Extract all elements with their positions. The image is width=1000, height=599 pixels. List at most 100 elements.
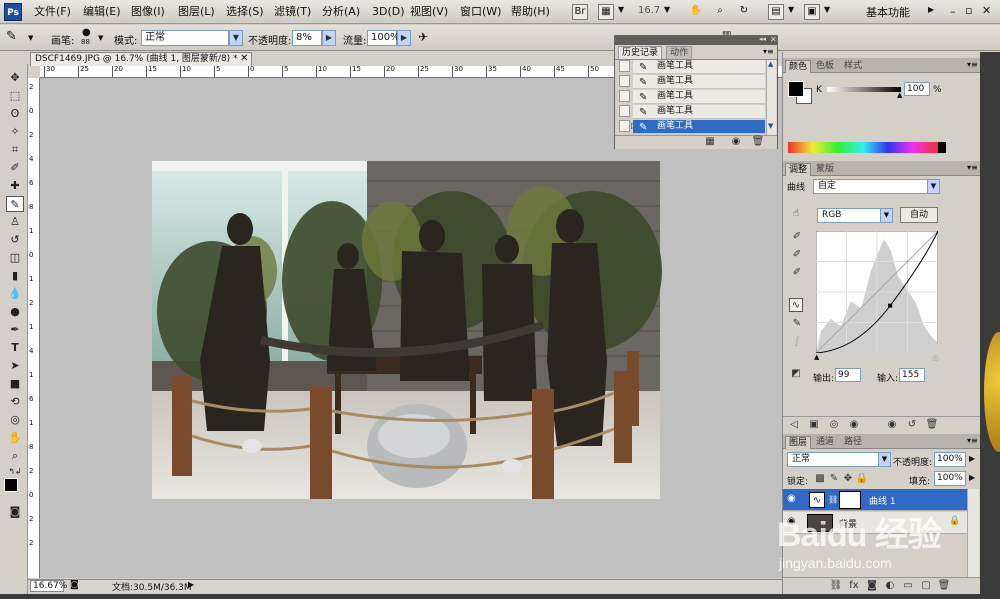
eyedropper-tool-icon[interactable]: ✐ [6,160,24,176]
input-input[interactable]: 155 [899,368,925,382]
menu-file[interactable]: 文件(F) [34,4,71,20]
curve-point-mode-icon[interactable]: ∿ [789,298,803,312]
tab-paths[interactable]: 路径 [841,436,865,449]
opacity-input[interactable]: 8% [292,30,322,46]
hand-tool-icon[interactable]: ✋ [6,430,24,446]
close-icon[interactable]: ✕ [982,4,991,17]
menu-select[interactable]: 选择(S) [226,4,264,20]
tab-adjustments[interactable]: 调整 [785,163,812,176]
lock-transparency-icon[interactable]: ▩ [813,472,827,486]
eraser-tool-icon[interactable]: ◫ [6,250,24,266]
restore-icon[interactable]: ▫ [965,4,972,17]
history-brush-tool-icon[interactable]: ↺ [6,232,24,248]
history-item[interactable]: ✎ 画笔工具 [633,60,765,74]
tab-layers[interactable]: 图层 [785,436,812,449]
zoom-tool-icon[interactable]: ⌕ [6,448,24,464]
menu-edit[interactable]: 编辑(E) [83,4,121,20]
pencil-mode-icon[interactable]: ✎ [790,317,804,331]
color-ramp-black[interactable] [938,142,946,153]
clip-layer-icon[interactable]: ◎ [827,418,841,432]
flow-slider-arrow-icon[interactable]: ▶ [397,30,411,46]
color-ramp[interactable] [788,142,938,153]
rotate-view-icon[interactable]: ↻ [736,4,752,20]
close-icon[interactable]: ✕ [770,35,777,44]
bridge-icon[interactable]: Br [572,4,588,20]
fill-input[interactable]: 100% [934,471,966,486]
panel-menu-icon[interactable]: ▾≡ [967,60,978,69]
history-scrollbar[interactable]: ▲ ▼ [766,60,776,135]
lock-position-icon[interactable]: ✥ [841,472,855,486]
menu-view[interactable]: 视图(V) [410,4,448,20]
foreground-color-swatch[interactable] [788,81,804,97]
canvas-area[interactable] [40,78,782,578]
workspace-switcher[interactable]: 基本功能 [866,4,910,20]
new-layer-icon[interactable]: ▢ [919,579,933,593]
layer-opacity-input[interactable]: 100% [934,452,966,467]
flow-input[interactable]: 100% [367,30,400,46]
trash-icon[interactable]: 🗑 [937,579,951,593]
layers-scrollbar[interactable] [967,489,979,577]
chevron-down-icon[interactable]: ▼ [98,34,103,42]
airbrush-icon[interactable]: ✈ [418,30,428,44]
panel-menu-icon[interactable]: ▾≡ [763,47,774,56]
menu-image[interactable]: 图像(I) [131,4,165,20]
history-item[interactable]: ✎ 画笔工具 [633,90,765,104]
menu-layer[interactable]: 图层(L) [178,4,215,20]
crop-tool-icon[interactable]: ⌗ [6,142,24,158]
menu-analysis[interactable]: 分析(A) [322,4,360,20]
visibility-eye-icon[interactable]: ◉ [847,418,861,432]
link-layers-icon[interactable]: ⛓ [829,579,843,593]
history-snapshot-checkbox[interactable] [619,60,630,72]
brush-tip-icon[interactable]: ● [82,27,91,38]
layer-style-icon[interactable]: fx [847,579,861,593]
history-item-selected[interactable]: ✎ 画笔工具 [633,120,765,134]
chevron-down-icon[interactable]: ▼ [618,5,624,14]
chevron-down-icon[interactable]: ▼ [927,179,940,194]
gradient-tool-icon[interactable]: ▮ [6,268,24,284]
curves-preset-select[interactable]: 自定 [813,179,928,194]
opacity-slider-arrow-icon[interactable]: ▶ [322,30,336,46]
view-previous-icon[interactable]: ◉ [885,418,899,432]
blur-tool-icon[interactable]: 💧 [6,286,24,302]
lasso-tool-icon[interactable]: ʘ [6,106,24,122]
trash-icon[interactable]: 🗑 [925,418,939,432]
curve-display-options-icon[interactable]: ◩ [789,367,803,381]
lock-all-icon[interactable]: 🔒 [855,472,869,486]
white-input-slider-icon[interactable]: △ [933,353,938,361]
new-document-from-state-icon[interactable]: ▦ [703,135,717,149]
smooth-curve-icon[interactable]: ∫ [790,335,804,349]
auto-button[interactable]: 自动 [900,207,938,223]
layer-name[interactable]: 曲线 1 [869,494,896,507]
history-snapshot-checkbox[interactable] [619,120,630,132]
white-point-eyedropper-icon[interactable]: ✐ [790,266,804,280]
type-tool-icon[interactable]: T [6,340,24,356]
tab-channels[interactable]: 通道 [813,436,837,449]
target-adjust-icon[interactable]: ☝ [789,207,803,221]
dodge-tool-icon[interactable]: ● [6,304,24,320]
menu-window[interactable]: 窗口(W) [460,4,501,20]
screen-mode-icon[interactable]: ▣ [804,4,820,20]
collapse-icon[interactable]: ◂◂ [759,35,766,43]
chevron-down-icon[interactable]: ▼ [229,30,243,46]
reset-icon[interactable]: ↺ [905,418,919,432]
chevron-down-icon[interactable]: ▼ [878,452,891,467]
gray-point-eyedropper-icon[interactable]: ✐ [790,248,804,262]
blend-mode-select[interactable]: 正常 [787,452,879,467]
status-nav-icon[interactable]: ◙ [70,580,79,590]
pen-tool-icon[interactable]: ✒ [6,322,24,338]
3d-orbit-tool-icon[interactable]: ◎ [6,412,24,428]
expand-view-icon[interactable]: ▣ [807,418,821,432]
history-item[interactable]: ✎ 画笔工具 [633,105,765,119]
tab-history[interactable]: 历史记录 [618,46,663,59]
new-adjustment-layer-icon[interactable]: ◐ [883,579,897,593]
status-menu-arrow-icon[interactable]: ▶ [188,580,194,589]
output-input[interactable]: 99 [835,368,861,382]
curve-control-point[interactable] [888,303,893,308]
chain-link-icon[interactable]: ⛓ [828,495,838,504]
tab-masks[interactable]: 蒙版 [813,163,837,176]
new-group-icon[interactable]: ▭ [901,579,915,593]
history-snapshot-checkbox[interactable] [619,105,630,117]
back-arrow-icon[interactable]: ◁ [787,418,801,432]
scroll-up-icon[interactable]: ▲ [768,60,773,68]
panel-titlebar[interactable] [615,36,777,45]
